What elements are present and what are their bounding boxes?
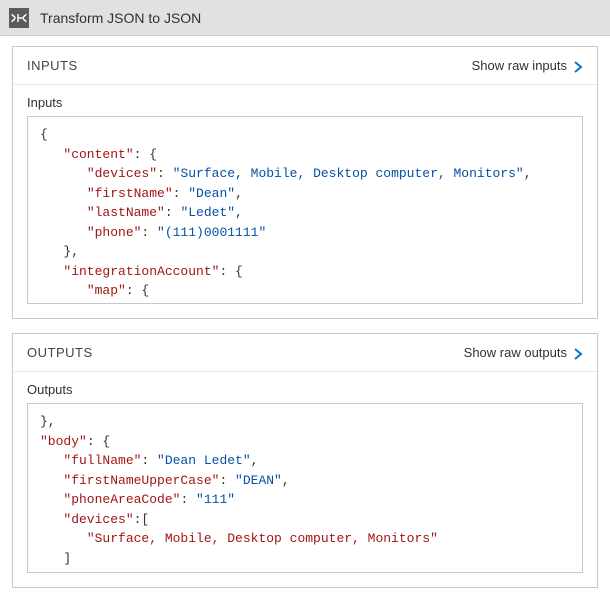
chevron-right-icon xyxy=(573,61,583,71)
outputs-code-box[interactable]: }, "body": { "fullName": "Dean Ledet", "… xyxy=(27,403,583,573)
inputs-code-box[interactable]: { "content": { "devices": "Surface, Mobi… xyxy=(27,116,583,304)
outputs-panel-header: OUTPUTS Show raw outputs xyxy=(13,334,597,372)
inputs-panel-header: INPUTS Show raw inputs xyxy=(13,47,597,85)
title-bar: Transform JSON to JSON xyxy=(0,0,610,36)
title-text: Transform JSON to JSON xyxy=(40,10,201,26)
show-raw-outputs-link[interactable]: Show raw outputs xyxy=(464,345,583,360)
liquid-transform-icon xyxy=(8,7,30,29)
show-raw-inputs-text: Show raw inputs xyxy=(472,58,567,73)
panels-container: INPUTS Show raw inputs Inputs { "content… xyxy=(0,36,610,612)
outputs-header-label: OUTPUTS xyxy=(27,345,93,360)
inputs-panel-body: Inputs { "content": { "devices": "Surfac… xyxy=(13,85,597,318)
inputs-header-label: INPUTS xyxy=(27,58,78,73)
outputs-panel: OUTPUTS Show raw outputs Outputs }, "bod… xyxy=(12,333,598,588)
show-raw-outputs-text: Show raw outputs xyxy=(464,345,567,360)
inputs-sublabel: Inputs xyxy=(27,95,583,110)
show-raw-inputs-link[interactable]: Show raw inputs xyxy=(472,58,583,73)
chevron-right-icon xyxy=(573,348,583,358)
outputs-panel-body: Outputs }, "body": { "fullName": "Dean L… xyxy=(13,372,597,587)
inputs-panel: INPUTS Show raw inputs Inputs { "content… xyxy=(12,46,598,319)
outputs-sublabel: Outputs xyxy=(27,382,583,397)
